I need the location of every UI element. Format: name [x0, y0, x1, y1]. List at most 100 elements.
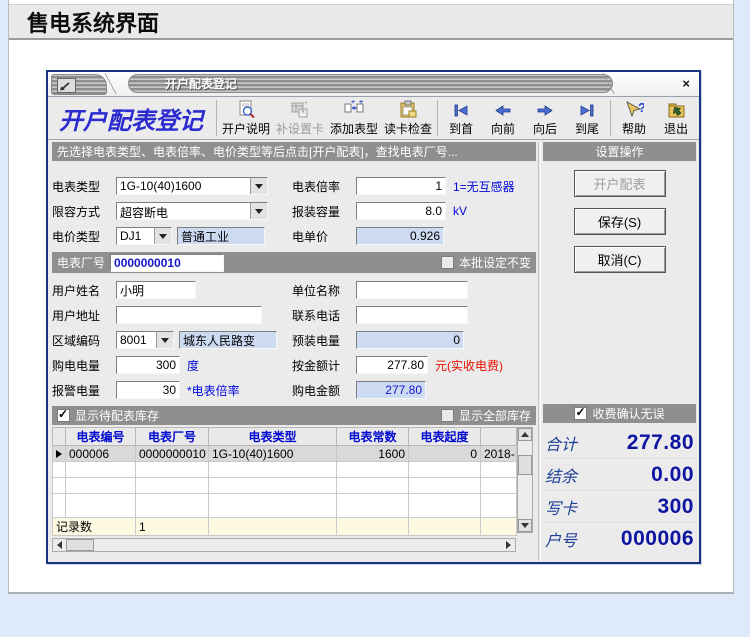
table-row-empty: [52, 461, 517, 478]
svg-text:+: +: [351, 100, 355, 106]
vertical-scroll-thumb[interactable]: [518, 455, 532, 475]
factory-no-bar: 电表厂号 本批设定不变: [52, 252, 536, 273]
user-name-label: 用户姓名: [52, 283, 101, 298]
window-system-icon[interactable]: [57, 78, 76, 93]
dialog-title: 开户配表登记: [128, 74, 613, 93]
titlebar-system-tab[interactable]: [51, 74, 107, 95]
col-header[interactable]: 电表起度: [408, 427, 481, 446]
write-card-row: 写卡 300: [543, 491, 696, 523]
col-header[interactable]: 电表类型: [208, 427, 337, 446]
go-prev-button[interactable]: 向前: [482, 97, 524, 139]
total-label: 合计: [545, 434, 578, 454]
chevron-down-icon[interactable]: [250, 178, 267, 194]
screen: 售电系统界面 开户配表登记 × 开户配表登记 开户说明 * + 补设置卡 + +…: [0, 0, 750, 637]
page-title: 售电系统界面: [27, 10, 160, 36]
column-divider: [538, 142, 541, 561]
col-header[interactable]: 电表编号: [65, 427, 136, 446]
col-header[interactable]: 电表厂号: [135, 427, 209, 446]
chevron-down-icon[interactable]: [156, 332, 173, 348]
account-no-label: 户号: [545, 530, 578, 550]
exit-button[interactable]: 退出: [655, 97, 697, 139]
price-type-select[interactable]: DJ1: [116, 227, 172, 245]
actions-header: 设置操作: [595, 145, 644, 159]
toolbar-separator: [610, 100, 611, 136]
user-name-input[interactable]: [116, 281, 196, 299]
balance-row: 结余 0.00: [543, 459, 696, 491]
unit-name-input[interactable]: [356, 281, 468, 299]
read-card-check-button[interactable]: 读卡检查: [381, 97, 435, 139]
phone-input[interactable]: [356, 306, 468, 324]
chevron-down-icon[interactable]: [154, 228, 171, 244]
scroll-right-icon[interactable]: [502, 539, 515, 551]
address-input[interactable]: [116, 306, 262, 324]
inventory-table[interactable]: 电表编号 电表厂号 电表类型 电表常数 电表起度 000006 00000000: [52, 427, 517, 536]
prev-icon: [493, 99, 513, 120]
go-next-button[interactable]: 向后: [524, 97, 566, 139]
exit-icon: [666, 99, 686, 120]
scroll-left-icon[interactable]: [53, 539, 66, 551]
purchase-qty-input[interactable]: [116, 356, 180, 374]
price-type-label: 电价类型: [52, 229, 101, 244]
totals-panel: 合计 277.80 结余 0.00 写卡 300 户号 000006: [543, 427, 696, 554]
limit-mode-select[interactable]: 超容断电: [116, 202, 268, 220]
horizontal-scrollbar[interactable]: [52, 538, 516, 552]
vertical-scrollbar[interactable]: [517, 427, 533, 533]
svg-text:*: *: [301, 108, 305, 118]
region-select[interactable]: 8001: [116, 331, 174, 349]
meter-rate-input[interactable]: [356, 177, 446, 195]
doc-search-icon: [236, 99, 256, 120]
open-account-help-button[interactable]: 开户说明: [219, 97, 273, 139]
show-all-checkbox[interactable]: [440, 409, 454, 422]
scroll-down-icon[interactable]: [518, 519, 532, 532]
form-column: 先选择电表类型、电表倍率、电价类型等后点击[开户配表]，查找电表厂号... 电表…: [52, 142, 536, 552]
svg-text:+: +: [304, 100, 308, 107]
supplement-card-button[interactable]: * + 补设置卡: [273, 97, 327, 139]
by-amount-note: 元(实收电费): [435, 358, 503, 373]
help-button[interactable]: ? 帮助: [613, 97, 655, 139]
col-header[interactable]: [480, 427, 517, 446]
region-label: 区域编码: [52, 333, 101, 348]
factory-no-input[interactable]: [110, 253, 225, 272]
card-setup-icon: * +: [290, 99, 310, 120]
balance-label: 结余: [545, 466, 578, 486]
go-first-button[interactable]: 到首: [440, 97, 482, 139]
col-header[interactable]: 电表常数: [336, 427, 409, 446]
next-icon: [535, 99, 555, 120]
horizontal-scroll-thumb[interactable]: [66, 539, 94, 551]
batch-fixed-checkbox[interactable]: [440, 256, 454, 269]
total-row: 合计 277.80: [543, 427, 696, 459]
actions-header-bar: 设置操作: [543, 142, 696, 161]
limit-mode-label: 限容方式: [52, 204, 101, 219]
save-button[interactable]: 保存(S): [573, 208, 666, 235]
table-row-empty: [52, 493, 517, 518]
unit-price-label: 电单价: [292, 229, 329, 244]
row-marker-header: [52, 427, 66, 446]
table-row[interactable]: 000006 0000000010 1G-10(40)1600 1600 0 2…: [52, 445, 517, 462]
by-amount-input[interactable]: [356, 356, 428, 374]
instruction-bar: 先选择电表类型、电表倍率、电价类型等后点击[开户配表]，查找电表厂号...: [52, 142, 536, 161]
purchase-amt-field: 277.80: [356, 381, 426, 399]
add-meter-type-button[interactable]: + + 添加表型: [327, 97, 381, 139]
dialog-titlebar[interactable]: 开户配表登记 ×: [48, 72, 699, 97]
instruction-text: 先选择电表类型、电表倍率、电价类型等后点击[开户配表]，查找电表厂号...: [57, 145, 458, 159]
scroll-up-icon[interactable]: [518, 428, 532, 441]
close-button[interactable]: ×: [682, 75, 690, 92]
actions-column: 设置操作 开户配表 保存(S) 取消(C) 收费确认无误 合计 277.80: [543, 142, 696, 563]
meter-type-select[interactable]: 1G-10(40)1600: [116, 177, 268, 195]
cancel-button[interactable]: 取消(C): [573, 246, 666, 273]
dialog-body: 先选择电表类型、电表倍率、电价类型等后点击[开户配表]，查找电表厂号... 电表…: [48, 140, 699, 563]
chevron-down-icon[interactable]: [250, 203, 267, 219]
assign-meter-button[interactable]: 开户配表: [573, 170, 666, 197]
last-icon: [577, 99, 597, 120]
show-pending-checkbox[interactable]: [57, 407, 70, 422]
fee-confirm-bar: 收费确认无误: [543, 404, 696, 423]
unit-name-label: 单位名称: [292, 283, 341, 298]
capacity-note: kV: [453, 204, 468, 218]
capacity-input[interactable]: [356, 202, 446, 220]
meter-rate-label: 电表倍率: [292, 179, 341, 194]
fee-confirm-checkbox[interactable]: [574, 405, 588, 420]
app-header: 售电系统界面: [9, 4, 733, 40]
alarm-qty-input[interactable]: [116, 381, 180, 399]
record-count-value: 1: [135, 517, 209, 536]
go-last-button[interactable]: 到尾: [566, 97, 608, 139]
